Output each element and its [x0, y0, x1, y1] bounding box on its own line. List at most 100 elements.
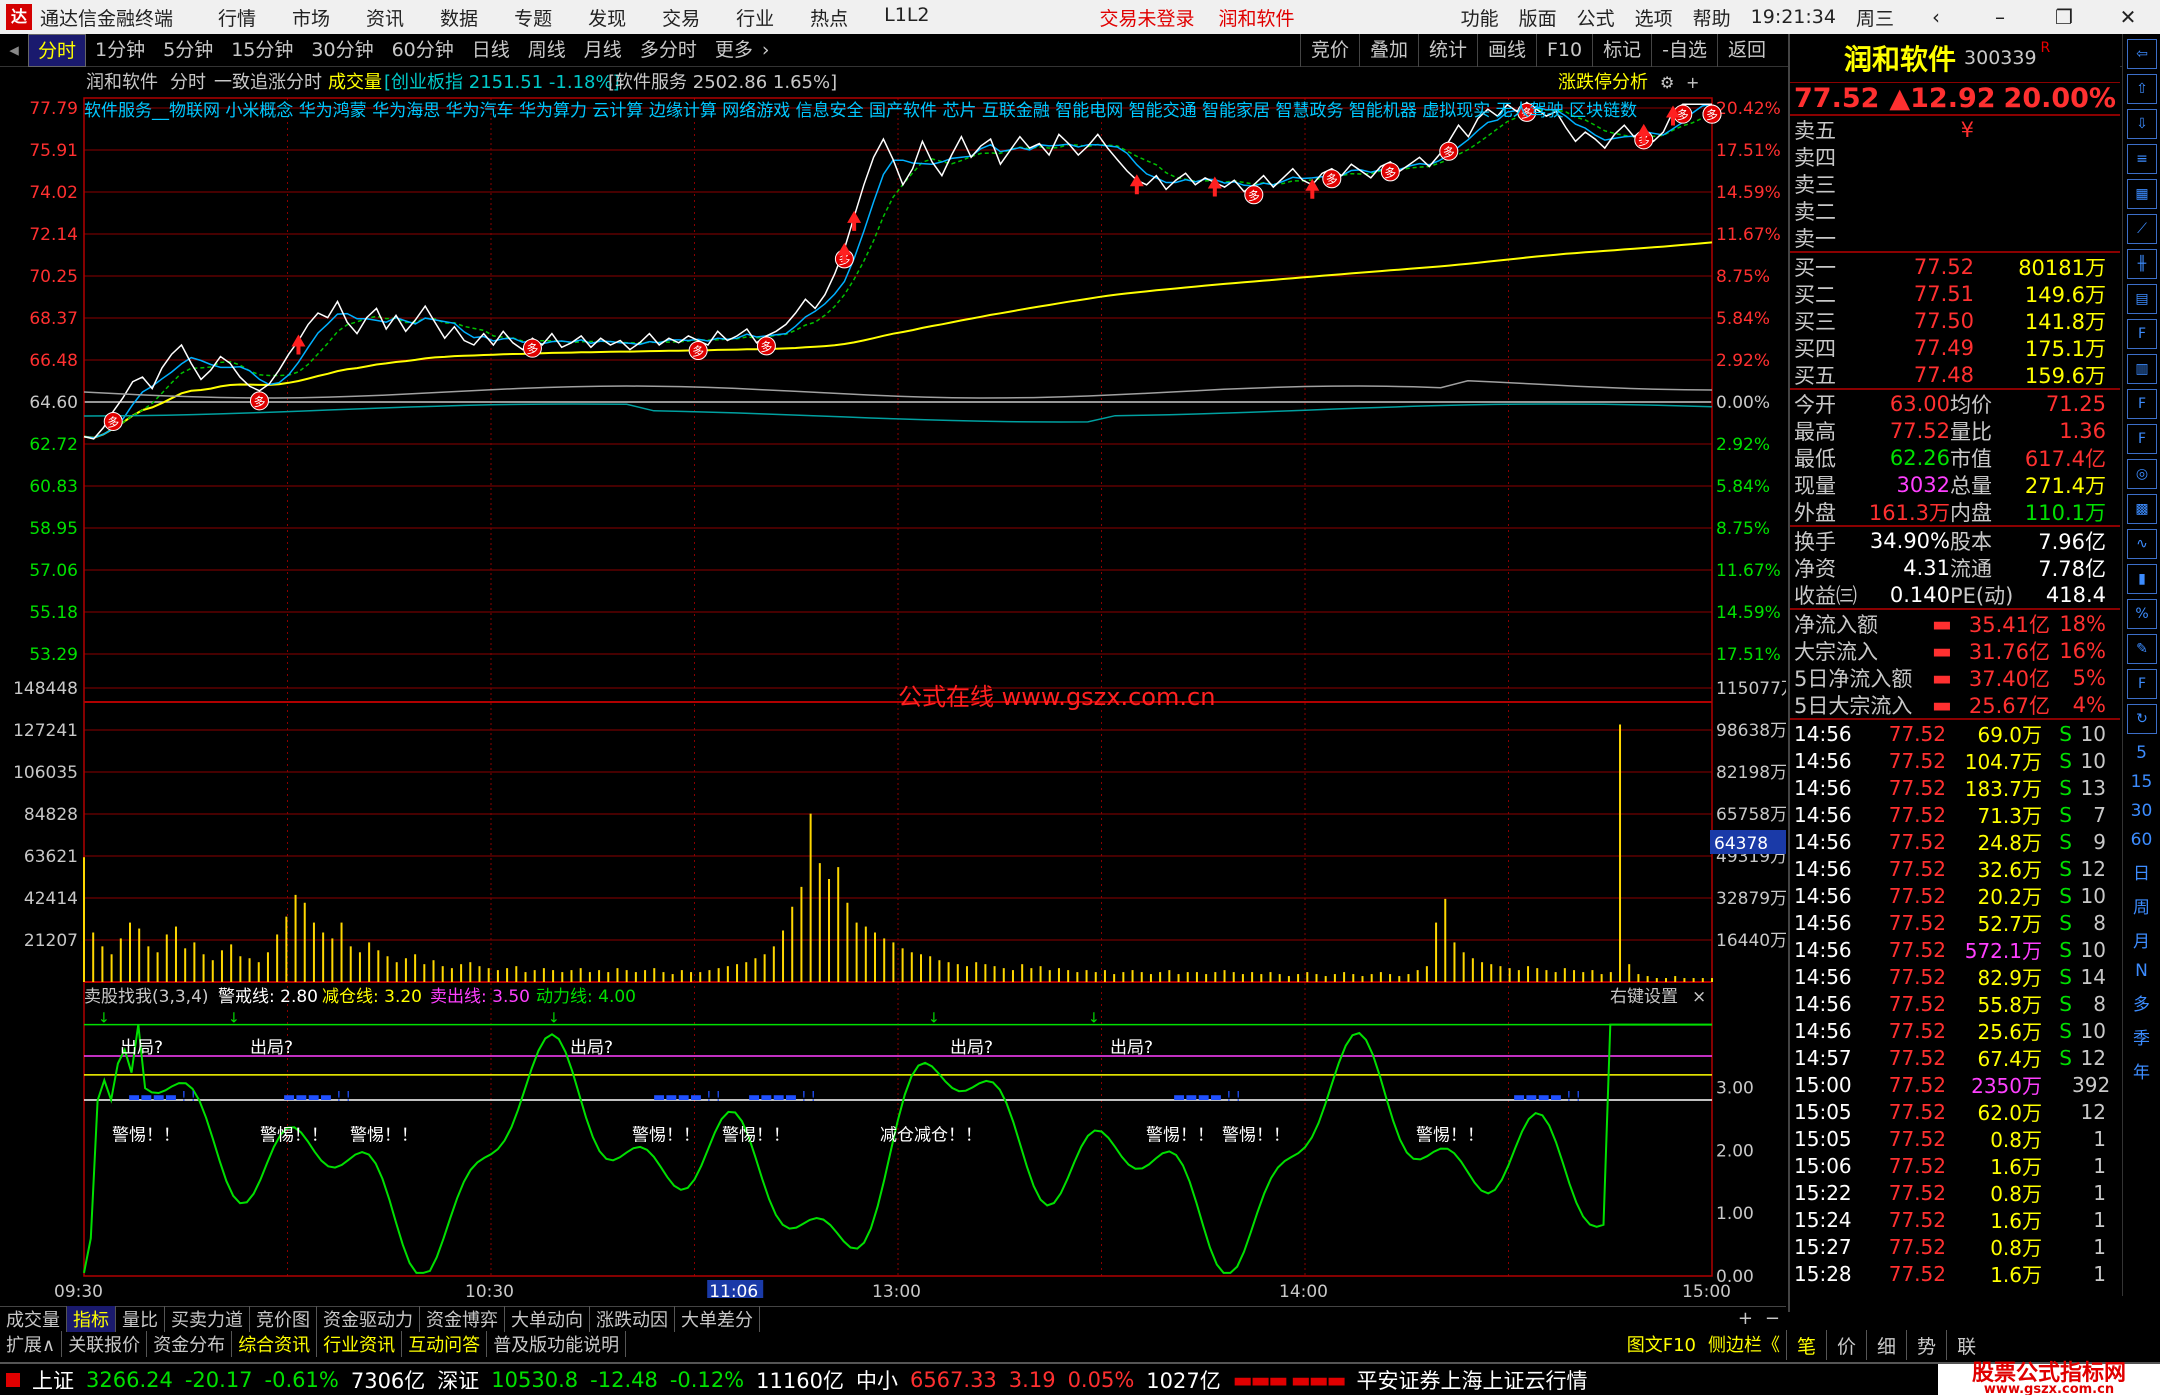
- f5-icon[interactable]: F: [2127, 669, 2157, 699]
- menu-item[interactable]: 交易: [662, 4, 700, 31]
- tab-price[interactable]: 价: [1826, 1330, 1866, 1360]
- indicator-settings[interactable]: 右键设置: [1610, 987, 1678, 1007]
- chevron-right-icon[interactable]: ›: [762, 39, 770, 61]
- industry-news-tab[interactable]: 行业资讯: [317, 1331, 403, 1357]
- basic-help-tab[interactable]: 普及版功能说明: [487, 1331, 627, 1357]
- news-tab[interactable]: 综合资讯: [232, 1331, 318, 1357]
- minimize-icon[interactable]: –: [1978, 5, 2022, 29]
- back-button[interactable]: 返回: [1716, 34, 1776, 67]
- period-5[interactable]: 5: [2123, 743, 2160, 763]
- menu-item[interactable]: 热点: [810, 4, 848, 31]
- candle-icon[interactable]: ╫: [2127, 249, 2157, 279]
- tab-more[interactable]: 更多: [706, 34, 762, 67]
- indicator-name[interactable]: 卖股找我(3,3,4): [84, 987, 209, 1007]
- tab-trend[interactable]: 势: [1906, 1330, 1946, 1360]
- tab-capital-game[interactable]: 资金博弈: [420, 1305, 505, 1332]
- restore-icon[interactable]: ❐: [2042, 5, 2086, 29]
- collapse-icon[interactable]: ◂: [0, 39, 28, 61]
- arrow-up-icon[interactable]: ⇧: [2127, 74, 2157, 104]
- tab-detail[interactable]: 细: [1866, 1330, 1906, 1360]
- settings-icon[interactable]: ⚙: [1660, 73, 1674, 92]
- menu-item[interactable]: 资讯: [366, 4, 404, 31]
- pencil-icon[interactable]: ✎: [2127, 634, 2157, 664]
- close-icon[interactable]: ✕: [2106, 5, 2150, 29]
- period-30[interactable]: 30: [2123, 801, 2160, 821]
- tab-5min[interactable]: 5分钟: [154, 34, 222, 67]
- capital-dist-tab[interactable]: 资金分布: [147, 1331, 233, 1357]
- doc-icon[interactable]: ▥: [2127, 354, 2157, 384]
- broker-server[interactable]: 平安证券上海上证云行情: [1356, 1365, 1587, 1395]
- period-60[interactable]: 60: [2123, 830, 2160, 850]
- tab-link[interactable]: 联: [1946, 1330, 1986, 1360]
- limit-analysis-button[interactable]: 涨跌停分析: [1558, 72, 1648, 93]
- tab-big-order[interactable]: 大单动向: [505, 1305, 590, 1332]
- concept-tags[interactable]: 软件服务__物联网 小米概念 华为鸿蒙 华为海思 华为汽车 华为算力 云计算 边…: [84, 100, 1637, 121]
- tab-ticks[interactable]: 笔: [1786, 1330, 1826, 1360]
- tab-30min[interactable]: 30分钟: [302, 34, 382, 67]
- menu-item[interactable]: 数据: [440, 4, 478, 31]
- sh-index-name[interactable]: 上证: [32, 1365, 74, 1395]
- menu-layout[interactable]: 版面: [1519, 4, 1557, 31]
- menu-item[interactable]: 行业: [736, 4, 774, 31]
- bar-icon[interactable]: ▮: [2127, 564, 2157, 594]
- tab-multi-intraday[interactable]: 多分时: [631, 34, 706, 67]
- menu-item[interactable]: 行情: [218, 4, 256, 31]
- menu-item[interactable]: 专题: [514, 4, 552, 31]
- f10-icon[interactable]: F: [2127, 389, 2157, 419]
- menu-function[interactable]: 功能: [1461, 4, 1499, 31]
- stats-button[interactable]: 统计: [1417, 34, 1477, 67]
- refresh-icon[interactable]: ↻: [2127, 704, 2157, 734]
- chart-area[interactable]: 77.79 75.91 74.02 72.14 70.25 68.37 66.48 64.60…: [0, 68, 1786, 1298]
- login-status[interactable]: 交易未登录: [1100, 4, 1195, 31]
- period-multi[interactable]: 多: [2123, 990, 2160, 1015]
- quote-list-icon[interactable]: ≡: [2127, 144, 2157, 174]
- tab-intraday[interactable]: 分时: [28, 33, 87, 67]
- tab-big-order-diff[interactable]: 大单差分: [675, 1305, 760, 1332]
- tab-volume[interactable]: 成交量: [0, 1305, 67, 1332]
- f10-button[interactable]: F10: [1536, 34, 1592, 67]
- tick-list[interactable]: 14:56 77.52 69.0万 S 10 14:56 77.52 104.7万 S 10 14:…: [1790, 720, 2120, 1288]
- tab-15min[interactable]: 15分钟: [222, 34, 302, 67]
- auction-button[interactable]: 竞价: [1299, 34, 1359, 67]
- circle-icon[interactable]: ◎: [2127, 459, 2157, 489]
- period-quarter[interactable]: 季: [2123, 1024, 2160, 1049]
- menu-item[interactable]: 发现: [588, 4, 626, 31]
- remove-watchlist-button[interactable]: -自选: [1651, 34, 1717, 67]
- menu-help[interactable]: 帮助: [1693, 4, 1731, 31]
- arrow-left-icon[interactable]: ⇦: [2127, 39, 2157, 69]
- qa-tab[interactable]: 互动问答: [402, 1331, 488, 1357]
- tab-60min[interactable]: 60分钟: [383, 34, 463, 67]
- tab-weekly[interactable]: 周线: [519, 34, 575, 67]
- tab-indicator[interactable]: 指标: [67, 1305, 116, 1332]
- tab-1min[interactable]: 1分钟: [86, 34, 154, 67]
- tab-volume-ratio[interactable]: 量比: [116, 1305, 165, 1332]
- mark-button[interactable]: 标记: [1592, 34, 1651, 67]
- formula-name[interactable]: 一致追涨分时: [214, 72, 322, 93]
- fio-icon[interactable]: F: [2127, 319, 2157, 349]
- intraday-chart-svg[interactable]: 77.79 75.91 74.02 72.14 70.25 68.37 66.48 64.60…: [0, 68, 1786, 1298]
- arrow-down-icon[interactable]: ⇩: [2127, 109, 2157, 139]
- tab-buysell-force[interactable]: 买卖力道: [165, 1305, 250, 1332]
- period-month[interactable]: 月: [2123, 927, 2160, 952]
- back-icon[interactable]: ‹: [1914, 5, 1958, 29]
- indicator-close-icon[interactable]: ×: [1692, 987, 1706, 1007]
- overlay-button[interactable]: 叠加: [1358, 34, 1418, 67]
- period-day[interactable]: 日: [2123, 859, 2160, 884]
- period-n[interactable]: N: [2123, 961, 2160, 981]
- menu-item[interactable]: L1L2: [884, 4, 929, 31]
- news-icon[interactable]: ▤: [2127, 284, 2157, 314]
- draw-button[interactable]: 画线: [1476, 34, 1536, 67]
- period-week[interactable]: 周: [2123, 893, 2160, 918]
- sidebar-button[interactable]: 侧边栏《: [1702, 1331, 1786, 1357]
- menu-options[interactable]: 选项: [1635, 4, 1673, 31]
- percent-icon[interactable]: %: [2127, 599, 2157, 629]
- tab-capital-drive[interactable]: 资金驱动力: [317, 1305, 420, 1332]
- tab-daily[interactable]: 日线: [463, 34, 519, 67]
- add-icon[interactable]: +: [1686, 73, 1699, 92]
- expand-button[interactable]: 扩展∧: [0, 1331, 63, 1357]
- zoom-in-icon[interactable]: +: [1732, 1308, 1759, 1329]
- f2-icon[interactable]: F: [2127, 424, 2157, 454]
- menu-item[interactable]: 市场: [292, 4, 330, 31]
- grid-icon[interactable]: ▩: [2127, 494, 2157, 524]
- menu-formula[interactable]: 公式: [1577, 4, 1615, 31]
